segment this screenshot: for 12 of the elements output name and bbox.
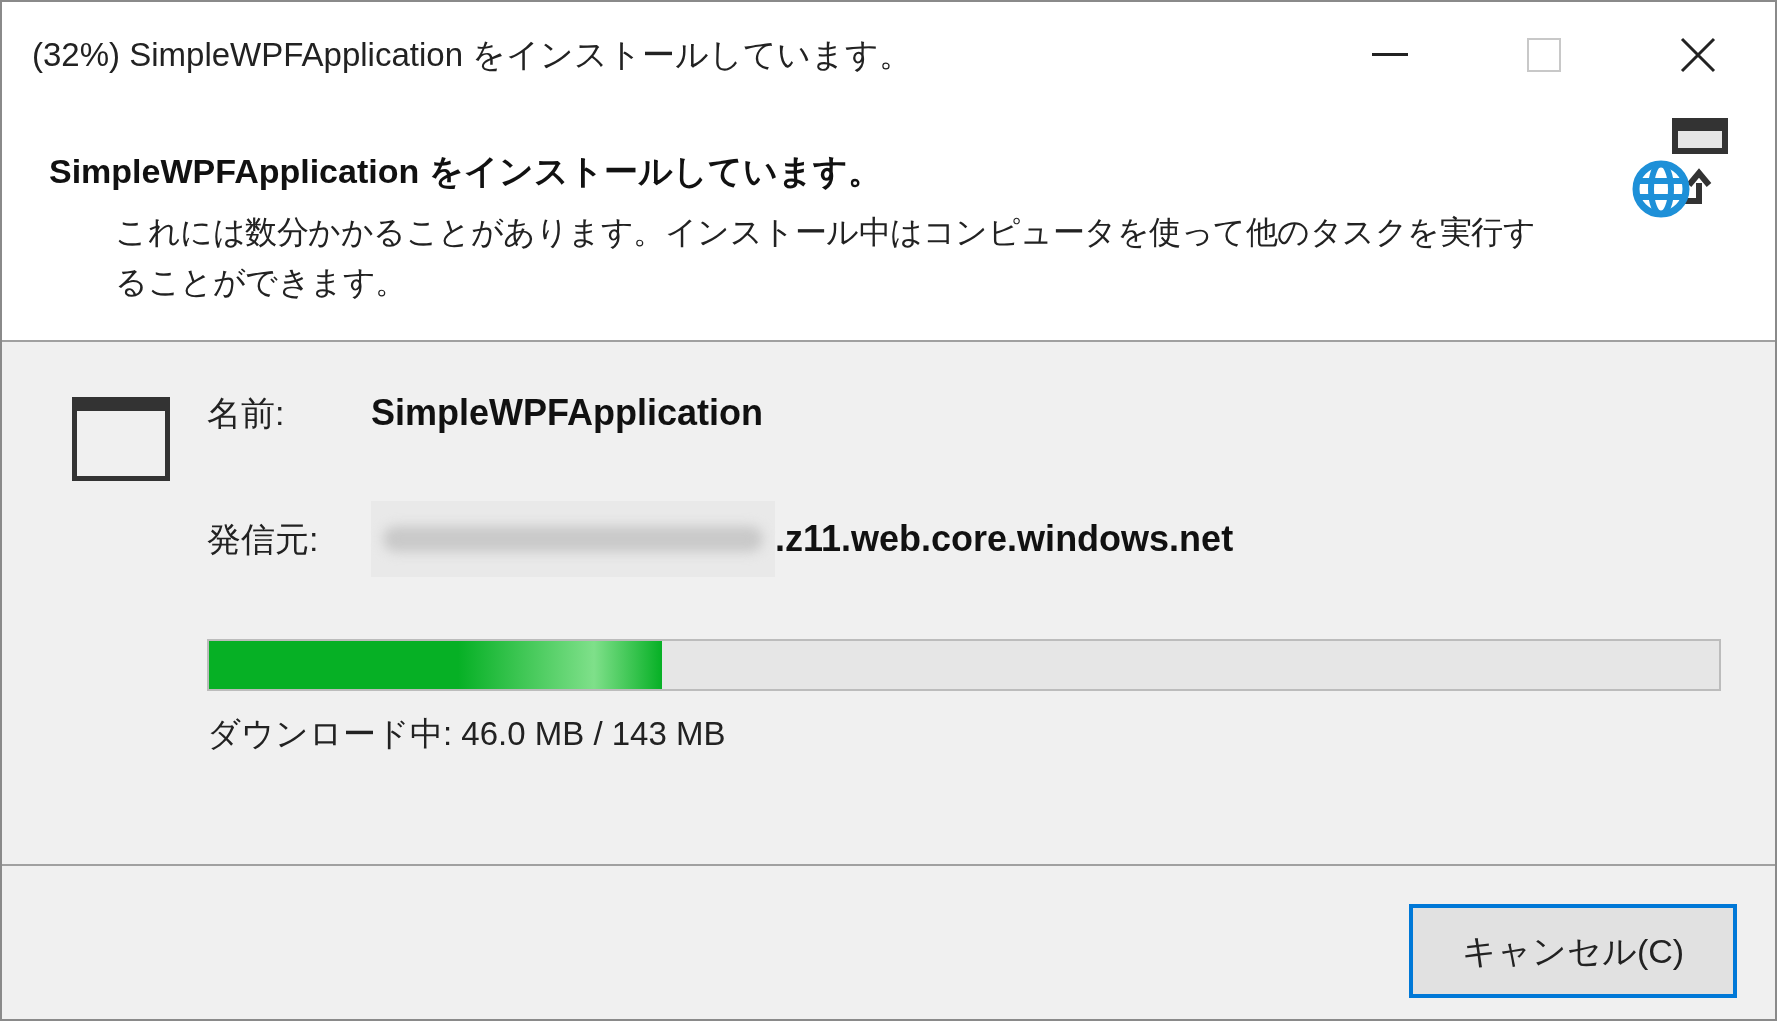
application-name: SimpleWPFApplication <box>371 391 764 435</box>
window-icon <box>72 397 170 481</box>
cancel-button[interactable]: キャンセル(C) <box>1409 904 1737 998</box>
field-label: 発信元: <box>207 518 320 560</box>
window-title: (32%) SimpleWPFApplication をインストールしています。 <box>32 35 914 76</box>
minimize-icon[interactable] <box>1372 53 1408 57</box>
publisher-domain: .z11.web.core.windows.net <box>775 517 1234 561</box>
download-status: ダウンロード中: 46.0 MB / 143 MB <box>207 714 727 754</box>
close-icon[interactable] <box>1680 37 1716 73</box>
field-label: 名前: <box>207 392 286 434</box>
install-description: これには数分かかることがあります。インストール中はコンピュータを使って他のタスクを実行することができます。 <box>114 213 1536 302</box>
install-heading: SimpleWPFApplication をインストールしています。 <box>49 151 883 192</box>
